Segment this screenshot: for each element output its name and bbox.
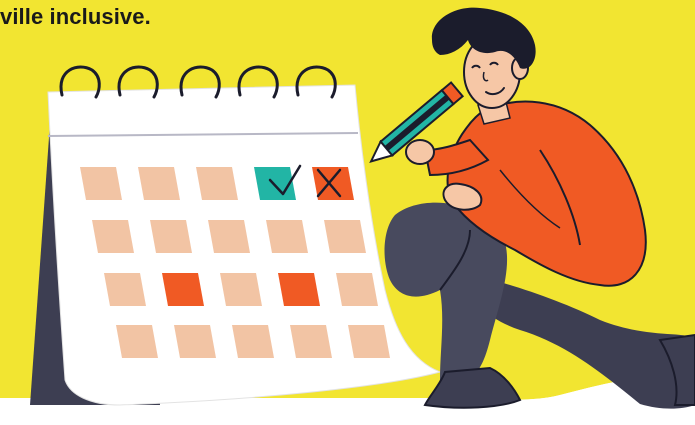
calendar-day-default <box>220 273 262 306</box>
man-hand-top <box>405 139 435 165</box>
illustration: ville inclusive. <box>0 0 695 425</box>
calendar-scene <box>0 0 695 425</box>
calendar-day-default <box>138 167 180 200</box>
calendar-day-default <box>324 220 366 253</box>
calendar-day-highlight <box>162 273 204 306</box>
calendar-day-default <box>266 220 308 253</box>
headline-text: ville inclusive. <box>0 4 151 29</box>
calendar-day-default <box>196 167 238 200</box>
calendar-day-default <box>104 273 146 306</box>
calendar-day-default <box>208 220 250 253</box>
calendar-day-highlight <box>278 273 320 306</box>
calendar-day-default <box>290 325 332 358</box>
calendar-day-default <box>80 167 122 200</box>
calendar-day-default <box>92 220 134 253</box>
calendar-day-default <box>232 325 274 358</box>
calendar-day-default <box>174 325 216 358</box>
calendar-day-default <box>150 220 192 253</box>
calendar-day-default <box>116 325 158 358</box>
calendar-day-default <box>336 273 378 306</box>
calendar-day-default <box>348 325 390 358</box>
